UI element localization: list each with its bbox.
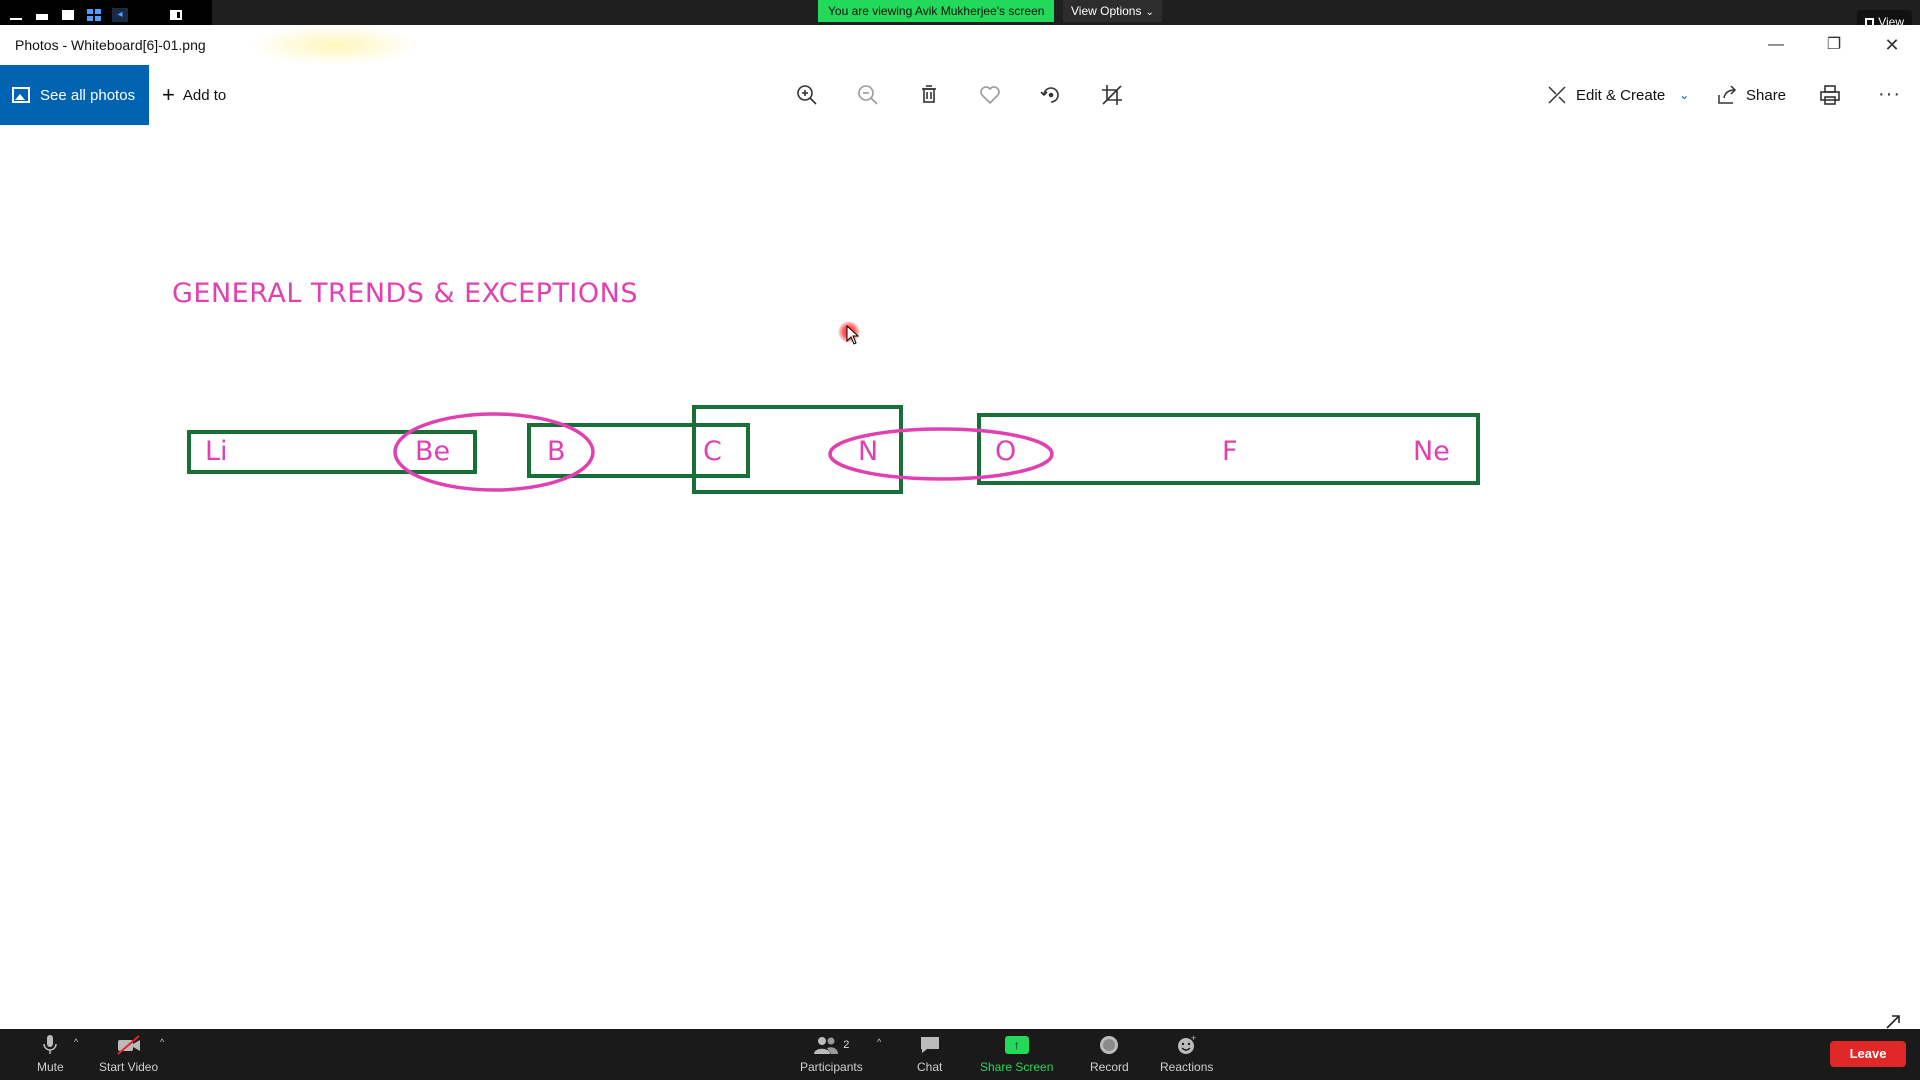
audio-options-caret-icon[interactable]: ^ — [74, 1037, 78, 1047]
edit-create-icon — [1548, 86, 1566, 104]
maximize-window-button[interactable]: ❐ — [1820, 33, 1848, 57]
window-title: Photos - Whiteboard[6]-01.png — [15, 37, 206, 53]
share-screen-button[interactable]: ↑ Share Screen — [980, 1034, 1053, 1074]
element-be: Be — [415, 436, 451, 467]
share-screen-icon: ↑ — [1004, 1036, 1029, 1054]
participants-icon: 2 — [813, 1034, 849, 1056]
share-icon — [1718, 85, 1737, 104]
share-screen-label: Share Screen — [980, 1060, 1054, 1074]
crop-icon[interactable] — [1098, 81, 1126, 109]
collapse-arrow-icon[interactable]: ◂ — [112, 8, 128, 22]
minimize-video-icon[interactable] — [8, 8, 24, 22]
view-options-button[interactable]: View Options ⌄ — [1063, 0, 1162, 22]
photo-icon — [12, 87, 30, 103]
edit-create-label: Edit & Create — [1576, 86, 1666, 104]
participants-label: Participants — [800, 1060, 863, 1074]
plus-icon: + — [162, 82, 175, 107]
microphone-icon — [42, 1034, 58, 1056]
share-button[interactable]: Share — [1716, 65, 1786, 125]
mouse-cursor-icon — [846, 325, 860, 345]
element-o: O — [995, 436, 1017, 467]
more-options-icon[interactable]: ··· — [1878, 83, 1901, 106]
zoom-meeting-controls: Mute ^ Start Video ^ 2 Participants ^ Ch… — [0, 1029, 1920, 1080]
record-icon — [1100, 1036, 1119, 1054]
start-video-label: Start Video — [99, 1060, 159, 1074]
chat-icon — [919, 1034, 941, 1056]
start-video-button[interactable]: Start Video — [99, 1034, 158, 1074]
element-b: B — [547, 436, 566, 467]
side-by-side-icon[interactable] — [168, 8, 184, 22]
photos-title-bar: Photos - Whiteboard[6]-01.png — ❐ ✕ — [0, 25, 1920, 65]
element-n: N — [858, 436, 879, 467]
svg-text:+: + — [1191, 1034, 1196, 1043]
add-to-button[interactable]: + Add to — [162, 65, 226, 125]
participants-count: 2 — [843, 1039, 850, 1051]
view-options-label: View Options — [1071, 4, 1142, 18]
chevron-down-icon: ⌄ — [1145, 7, 1154, 18]
element-f: F — [1222, 436, 1238, 467]
record-label: Record — [1090, 1060, 1129, 1074]
chevron-down-icon: ⌄ — [1679, 88, 1690, 102]
chat-button[interactable]: Chat — [917, 1034, 942, 1074]
edit-create-button[interactable]: Edit & Create ⌄ — [1546, 65, 1689, 125]
gallery-view-icon[interactable] — [86, 8, 102, 22]
minimize-window-button[interactable]: — — [1762, 33, 1790, 57]
see-all-photos-label: See all photos — [40, 86, 136, 104]
video-options-caret-icon[interactable]: ^ — [160, 1037, 164, 1047]
restore-video-icon[interactable] — [34, 8, 50, 22]
element-ne: Ne — [1413, 436, 1450, 467]
participants-caret-icon[interactable]: ^ — [877, 1037, 881, 1047]
zoom-in-icon[interactable] — [793, 81, 821, 109]
favorite-icon[interactable] — [976, 81, 1004, 109]
rotate-icon[interactable] — [1037, 81, 1065, 109]
element-li: Li — [205, 436, 228, 467]
title-glow — [250, 25, 420, 65]
chat-label: Chat — [917, 1060, 943, 1074]
print-icon[interactable] — [1816, 81, 1844, 109]
photo-canvas: GENERAL TRENDS & EXCEPTIONS Li Be B C N … — [0, 125, 1920, 1029]
reactions-button[interactable]: + Reactions — [1160, 1034, 1213, 1074]
viewing-screen-banner: You are viewing Avik Mukherjee's screen — [818, 0, 1055, 22]
whiteboard-drawing — [187, 405, 1480, 494]
mute-button[interactable]: Mute — [37, 1034, 64, 1074]
zoom-out-icon[interactable] — [854, 81, 882, 109]
full-video-icon[interactable] — [60, 8, 76, 22]
add-to-label: Add to — [182, 86, 227, 104]
record-button[interactable]: Record — [1090, 1034, 1129, 1074]
share-label: Share — [1746, 86, 1787, 104]
leave-button[interactable]: Leave — [1830, 1041, 1906, 1067]
video-off-icon — [115, 1034, 143, 1056]
see-all-photos-button[interactable]: See all photos — [0, 65, 149, 125]
reactions-label: Reactions — [1160, 1060, 1214, 1074]
element-c: C — [703, 436, 722, 467]
reactions-icon: + — [1176, 1034, 1198, 1056]
photos-toolbar: See all photos + Add to Edit & Create ⌄ … — [0, 65, 1920, 125]
close-window-button[interactable]: ✕ — [1878, 33, 1906, 57]
participants-button[interactable]: 2 Participants — [800, 1034, 863, 1074]
delete-icon[interactable] — [915, 81, 943, 109]
mute-label: Mute — [37, 1060, 64, 1074]
